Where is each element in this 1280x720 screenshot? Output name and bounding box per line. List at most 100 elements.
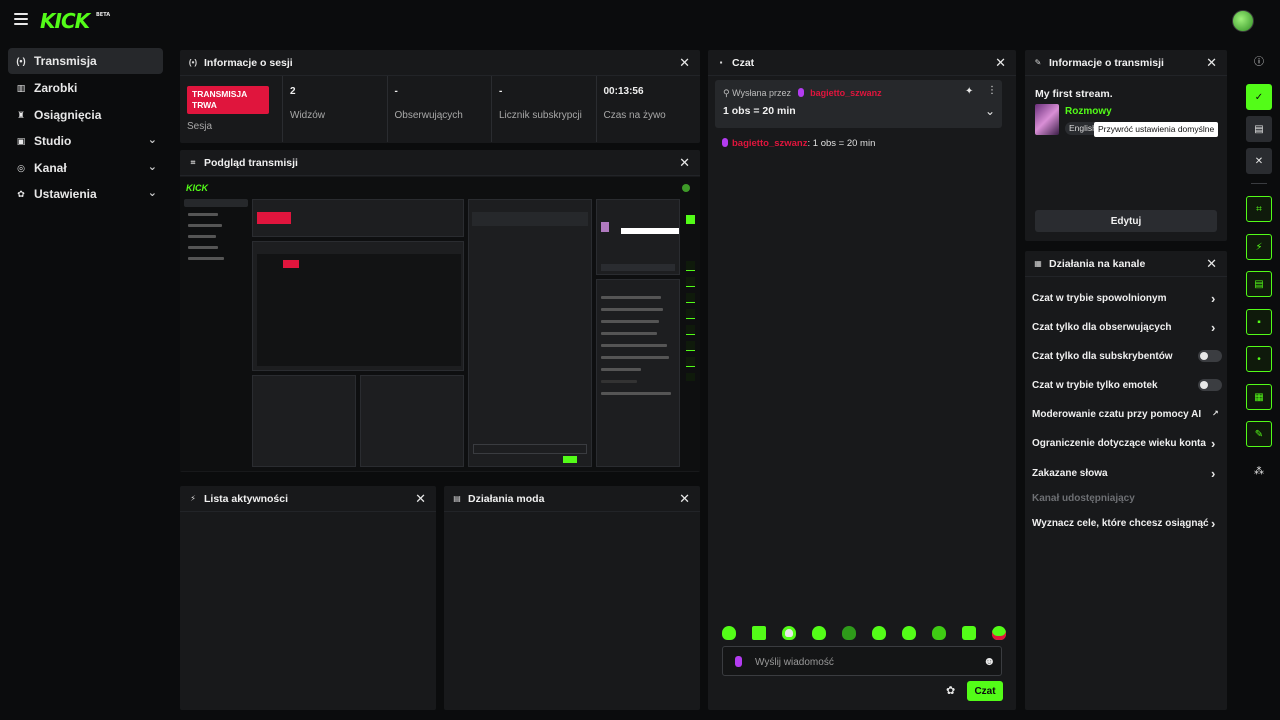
pinned-message[interactable]: ⚲ Wysłana przez bagietto_szwanz 1 obs = … xyxy=(715,80,1002,128)
preview-logo: KICK xyxy=(186,183,208,193)
activity-list-panel: ⚡ Lista aktywności ✕ xyxy=(180,486,436,710)
chevron-right-icon: › xyxy=(1211,436,1216,451)
edit-button[interactable]: Edytuj xyxy=(1035,210,1217,232)
action-account-age[interactable]: Ograniczenie dotyczące wieku konta › xyxy=(1032,436,1222,451)
chat-username[interactable]: bagietto_szwanz xyxy=(732,138,808,149)
more-icon[interactable]: ⋮ xyxy=(987,85,997,96)
preview-channel-actions-panel xyxy=(596,279,680,467)
preview-icon[interactable]: ⌗ xyxy=(1246,196,1272,222)
document-icon: ▤ xyxy=(453,494,461,503)
emote-icon[interactable] xyxy=(752,626,766,640)
close-icon[interactable]: ✕ xyxy=(415,491,426,507)
send-chat-button[interactable]: Czat xyxy=(967,681,1003,701)
chevron-down-icon: ⌄ xyxy=(147,134,157,146)
emote-icon[interactable] xyxy=(932,626,946,640)
chat-settings-gear-icon[interactable]: ✿ xyxy=(946,684,955,697)
action-host-channel: Kanał udostępniający xyxy=(1032,493,1135,504)
close-icon[interactable]: ✕ xyxy=(1246,148,1272,174)
stream-video[interactable]: KICK xyxy=(180,177,700,471)
close-icon[interactable]: ✕ xyxy=(1206,55,1217,71)
action-ai-moderation[interactable]: Moderowanie czatu przy pomocy AI ↗ xyxy=(1032,409,1222,420)
emote-icon[interactable] xyxy=(992,626,1006,640)
session-stats: TRANSMISJA TRWA Sesja 2 Widzów - Obserwu… xyxy=(180,76,700,142)
chat-icon: ▪ xyxy=(719,58,723,67)
emote-icon[interactable] xyxy=(722,626,736,640)
emote-icon[interactable] xyxy=(902,626,916,640)
panels-icon[interactable]: ▦ xyxy=(1246,384,1272,410)
pinned-message-text: 1 obs = 20 min xyxy=(723,105,796,117)
panel-title: Czat xyxy=(732,56,755,69)
emote-icon[interactable] xyxy=(872,626,886,640)
sidebar-item-osiagniecia[interactable]: ♜ Osiągnięcia xyxy=(8,102,163,128)
emotes-only-toggle[interactable] xyxy=(1198,379,1222,391)
action-emotes-only: Czat w trybie tylko emotek xyxy=(1032,379,1222,391)
panel-title: Działania na kanale xyxy=(1049,257,1146,270)
emote-icon[interactable] xyxy=(842,626,856,640)
sidebar-item-ustawienia[interactable]: ✿ Ustawienia ⌄ xyxy=(8,181,163,207)
action-followers-only[interactable]: Czat tylko dla obserwujących › xyxy=(1032,320,1222,335)
user-avatar[interactable] xyxy=(1232,10,1254,32)
sidebar-item-kanal[interactable]: ◎ Kanał ⌄ xyxy=(8,155,163,181)
preview-inner-preview xyxy=(252,241,464,371)
panel-title: Podgląd transmisji xyxy=(204,156,298,169)
pencil-icon: ✎ xyxy=(1034,58,1042,67)
gear-icon: ✿ xyxy=(17,188,25,199)
category-thumbnail xyxy=(1035,104,1059,135)
sidebar-item-studio[interactable]: ▣ Studio ⌄ xyxy=(8,128,163,154)
viewers-stat: 2 Widzów xyxy=(283,76,388,142)
action-slow-mode[interactable]: Czat w trybie spowolnionym › xyxy=(1032,291,1222,306)
emoji-icon[interactable]: ☻ xyxy=(983,654,996,668)
preview-rail-check xyxy=(686,215,695,224)
session-stat: TRANSMISJA TRWA Sesja xyxy=(180,76,283,142)
chevron-down-icon: ⌄ xyxy=(147,187,157,199)
preview-icon: ⌗ xyxy=(190,157,196,167)
moderators-icon[interactable]: ⁂ xyxy=(1246,458,1272,484)
chat-icon[interactable]: ▪ xyxy=(1246,309,1272,335)
earnings-icon: ▥ xyxy=(16,82,26,93)
chat-message-input[interactable] xyxy=(755,654,975,670)
lightning-icon[interactable]: ⚡ xyxy=(1246,234,1272,260)
chevron-down-icon[interactable]: ⌄ xyxy=(985,104,995,118)
check-icon[interactable]: ✓ xyxy=(1246,84,1272,110)
chat-input-box[interactable]: ☻ xyxy=(722,646,1002,676)
preview-mod-panel xyxy=(360,375,464,467)
action-set-goals[interactable]: Wyznacz cele, które chcesz osiągnąć › xyxy=(1032,516,1222,531)
document-icon[interactable]: ▤ xyxy=(1246,271,1272,297)
top-bar: KICK BETA xyxy=(0,0,1280,40)
broadcast-icon: (•) xyxy=(16,56,26,66)
panels-icon: ▦ xyxy=(1034,259,1042,268)
chat-message: bagietto_szwanz: 1 obs = 20 min xyxy=(722,138,875,149)
preview-nav xyxy=(184,199,248,207)
live-time-stat: 00:13:56 Czas na żywo xyxy=(603,86,666,121)
subscribers-only-toggle[interactable] xyxy=(1198,350,1222,362)
emote-icon[interactable] xyxy=(782,626,796,640)
close-icon[interactable]: ✕ xyxy=(679,155,690,171)
sidebar-item-zarobki[interactable]: ▥ Zarobki xyxy=(8,75,163,101)
followers-stat: - Obserwujących xyxy=(388,76,492,142)
kick-logo[interactable]: KICK BETA xyxy=(40,9,110,33)
pinned-username[interactable]: bagietto_szwanz xyxy=(810,88,882,98)
stream-title: My first stream. xyxy=(1035,88,1113,100)
close-icon[interactable]: ✕ xyxy=(995,55,1006,71)
mod-actions-panel: ▤ Działania moda ✕ xyxy=(444,486,700,710)
panel-title: Lista aktywności xyxy=(204,492,289,505)
preview-avatar xyxy=(682,184,690,192)
close-icon[interactable]: ✕ xyxy=(1206,256,1217,272)
emote-icon[interactable] xyxy=(962,626,976,640)
wrench-icon[interactable]: ✎ xyxy=(1246,421,1272,447)
emote-icon[interactable] xyxy=(812,626,826,640)
sidebar-item-transmisja[interactable]: (•) Transmisja xyxy=(8,48,163,74)
menu-icon[interactable] xyxy=(14,13,28,25)
pin-icon[interactable]: ✦ xyxy=(965,86,973,97)
action-banned-words[interactable]: Zakazane słowa › xyxy=(1032,466,1222,481)
lightning-icon: ⚡ xyxy=(190,494,196,503)
broadcast-icon[interactable]: • xyxy=(1246,346,1272,372)
layout-icon[interactable]: ▤ xyxy=(1246,116,1272,142)
broadcast-icon: (•) xyxy=(188,58,198,67)
info-icon[interactable]: ⓘ xyxy=(1246,47,1272,73)
close-icon[interactable]: ✕ xyxy=(679,491,690,507)
microphone-icon xyxy=(797,88,804,97)
chevron-right-icon: › xyxy=(1211,466,1216,481)
stream-category[interactable]: Rozmowy xyxy=(1065,106,1112,117)
close-icon[interactable]: ✕ xyxy=(679,55,690,71)
